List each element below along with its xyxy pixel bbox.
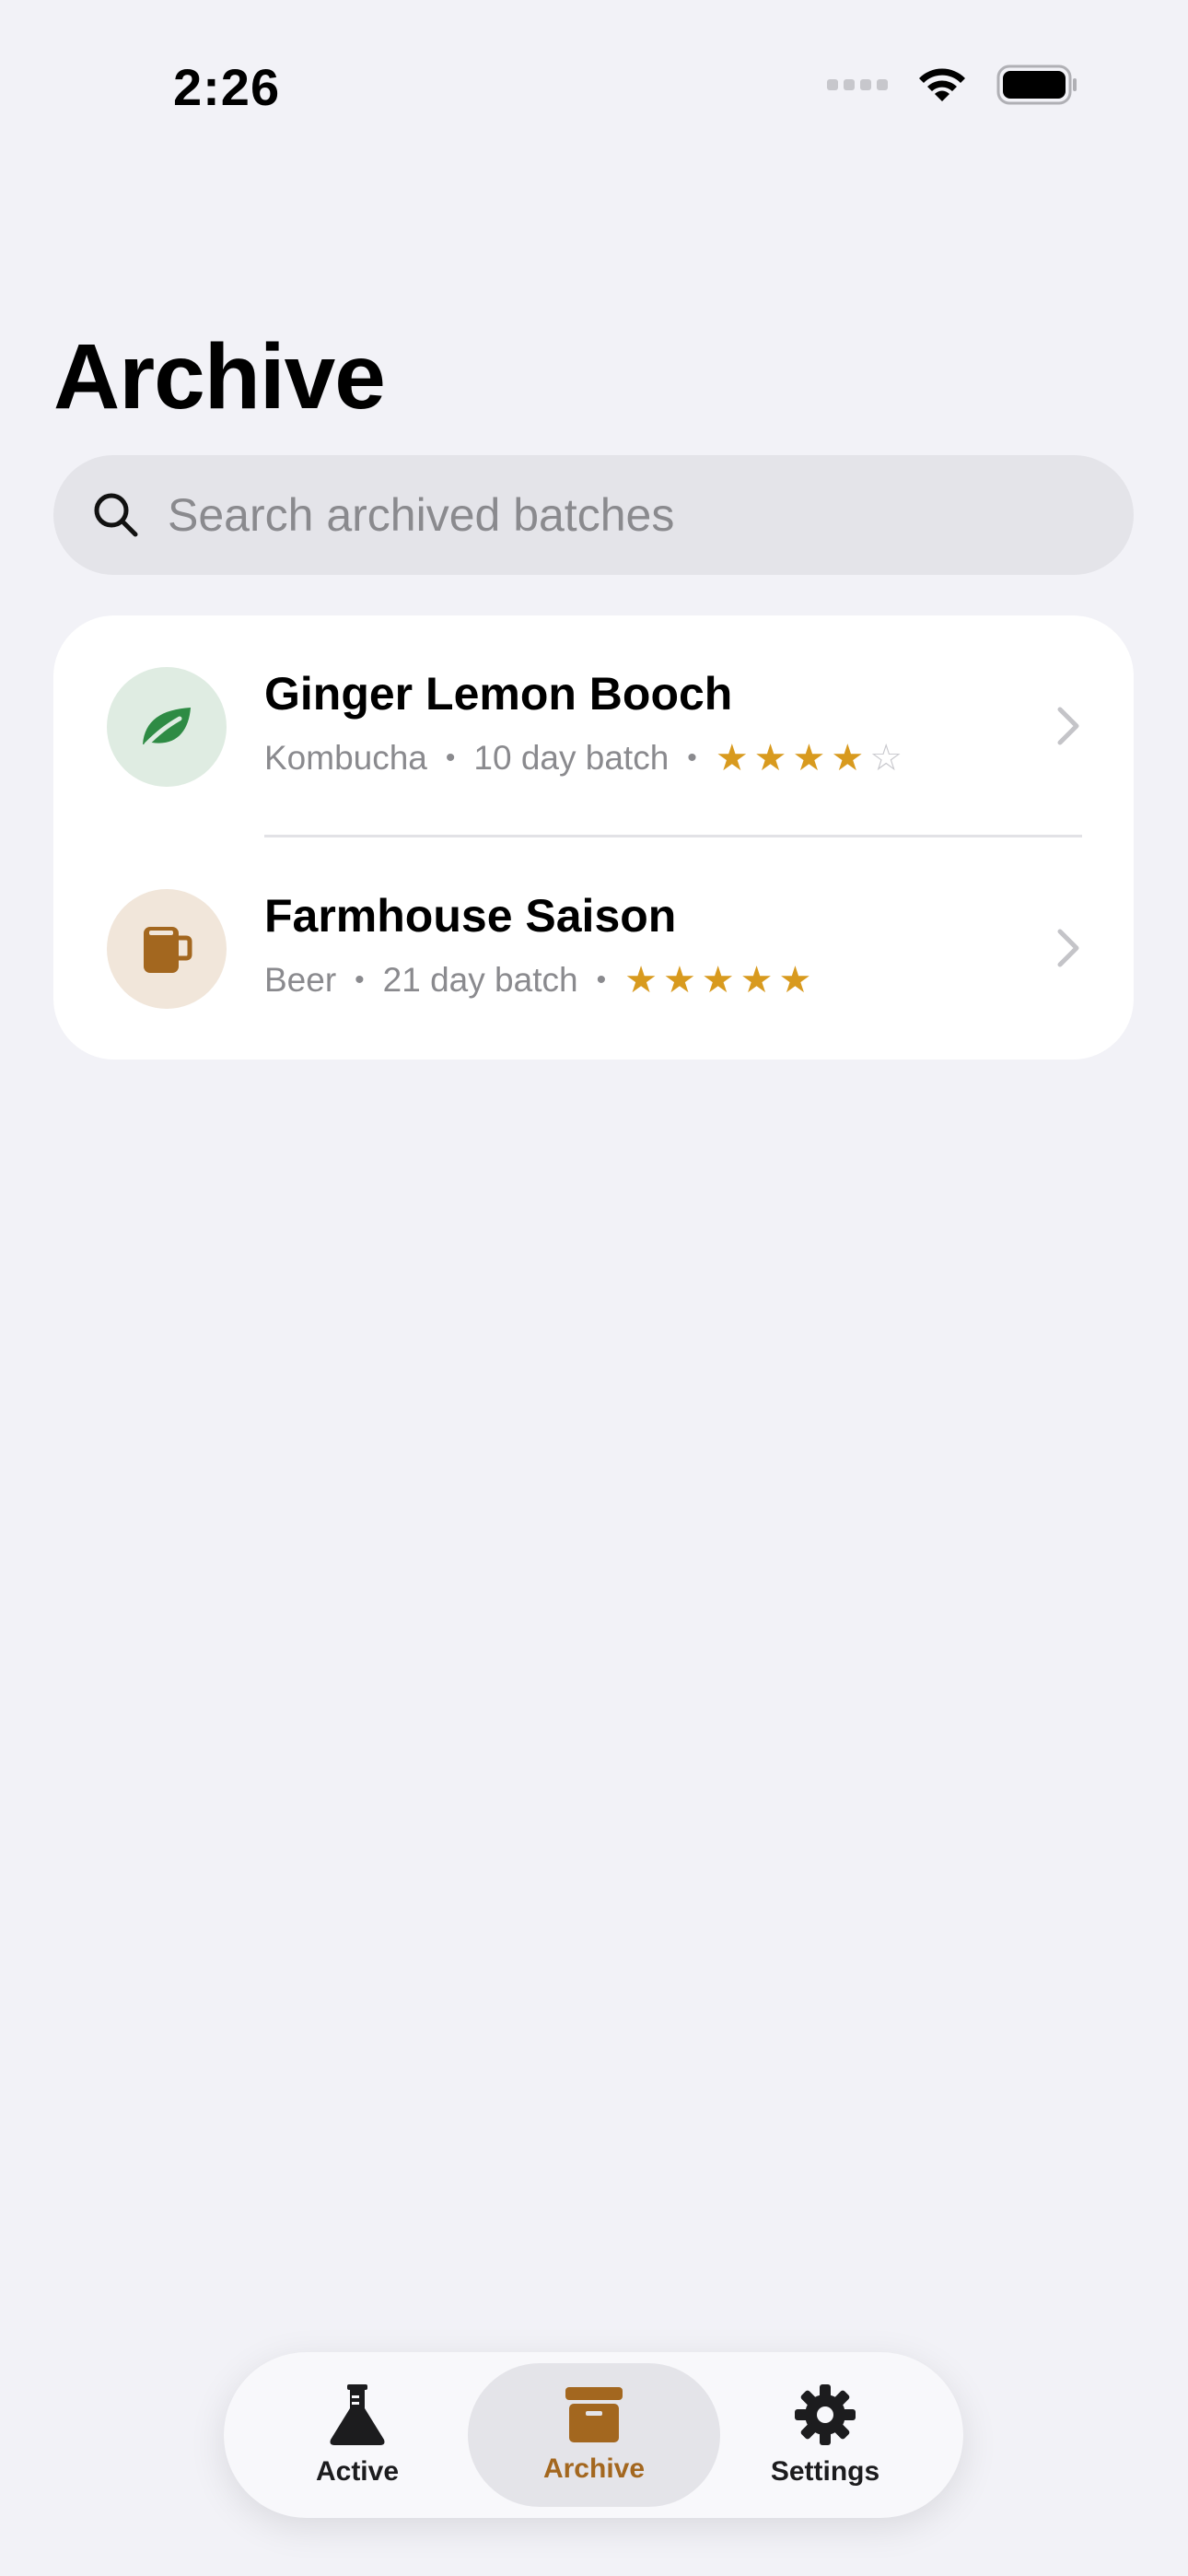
batch-name: Farmhouse Saison bbox=[264, 890, 677, 942]
status-indicators bbox=[827, 64, 1077, 105]
search-icon bbox=[94, 493, 138, 537]
star-filled-icon: ★ bbox=[662, 960, 696, 1001]
batch-type: Beer bbox=[264, 961, 337, 999]
battery-icon bbox=[996, 64, 1077, 105]
batch-meta: Beer • 21 day batch • ★ ★ ★ ★ ★ bbox=[264, 961, 811, 1000]
batch-name: Ginger Lemon Booch bbox=[264, 668, 733, 720]
star-filled-icon: ★ bbox=[778, 960, 812, 1001]
wifi-icon bbox=[919, 68, 965, 101]
batch-avatar bbox=[107, 889, 227, 1009]
batch-row-farmhouse-saison[interactable]: Farmhouse Saison Beer • 21 day batch • ★… bbox=[53, 837, 1134, 1060]
tab-label: Archive bbox=[542, 2453, 646, 2484]
star-filled-icon: ★ bbox=[753, 738, 787, 779]
batch-row-ginger-lemon-booch[interactable]: Ginger Lemon Booch Kombucha • 10 day bat… bbox=[53, 615, 1134, 837]
tab-bar: Active Archive Settings bbox=[224, 2352, 963, 2518]
star-filled-icon: ★ bbox=[701, 960, 735, 1001]
archived-batch-list: Ginger Lemon Booch Kombucha • 10 day bat… bbox=[53, 615, 1134, 1060]
batch-type: Kombucha bbox=[264, 739, 427, 777]
gear-icon bbox=[795, 2384, 856, 2445]
tab-label: Settings bbox=[770, 2456, 880, 2487]
batch-meta: Kombucha • 10 day batch • ★ ★ ★ ★ ☆ bbox=[264, 739, 903, 778]
star-filled-icon: ★ bbox=[792, 738, 826, 779]
star-filled-icon: ★ bbox=[624, 960, 658, 1001]
separator-dot: • bbox=[445, 743, 456, 773]
tab-archive[interactable]: Archive bbox=[468, 2363, 720, 2507]
chevron-right-icon bbox=[1057, 929, 1079, 967]
tab-label: Active bbox=[315, 2456, 400, 2487]
chevron-right-icon bbox=[1057, 707, 1079, 745]
archive-box-icon bbox=[565, 2387, 623, 2442]
separator-dot: • bbox=[687, 743, 697, 773]
star-filled-icon: ★ bbox=[831, 738, 865, 779]
leaf-icon bbox=[143, 708, 191, 747]
star-filled-icon: ★ bbox=[740, 960, 774, 1001]
separator-dot: • bbox=[596, 965, 607, 995]
rating-stars: ★ ★ ★ ★ ☆ bbox=[716, 740, 903, 777]
rating-stars: ★ ★ ★ ★ ★ bbox=[624, 962, 811, 999]
star-filled-icon: ★ bbox=[715, 738, 749, 779]
tab-active[interactable]: Active bbox=[231, 2363, 483, 2507]
mug-icon bbox=[144, 927, 192, 973]
status-time: 2:26 bbox=[173, 58, 281, 116]
search-bar[interactable] bbox=[53, 455, 1134, 575]
search-input[interactable] bbox=[166, 487, 1044, 543]
separator-dot: • bbox=[355, 965, 365, 995]
tab-settings[interactable]: Settings bbox=[699, 2363, 951, 2507]
flask-icon bbox=[330, 2384, 385, 2445]
star-empty-icon: ☆ bbox=[869, 738, 903, 779]
page-title: Archive bbox=[53, 325, 386, 428]
batch-avatar bbox=[107, 667, 227, 787]
cellular-signal-icon bbox=[827, 79, 888, 90]
batch-duration: 10 day batch bbox=[473, 739, 670, 777]
batch-duration: 21 day batch bbox=[382, 961, 578, 999]
